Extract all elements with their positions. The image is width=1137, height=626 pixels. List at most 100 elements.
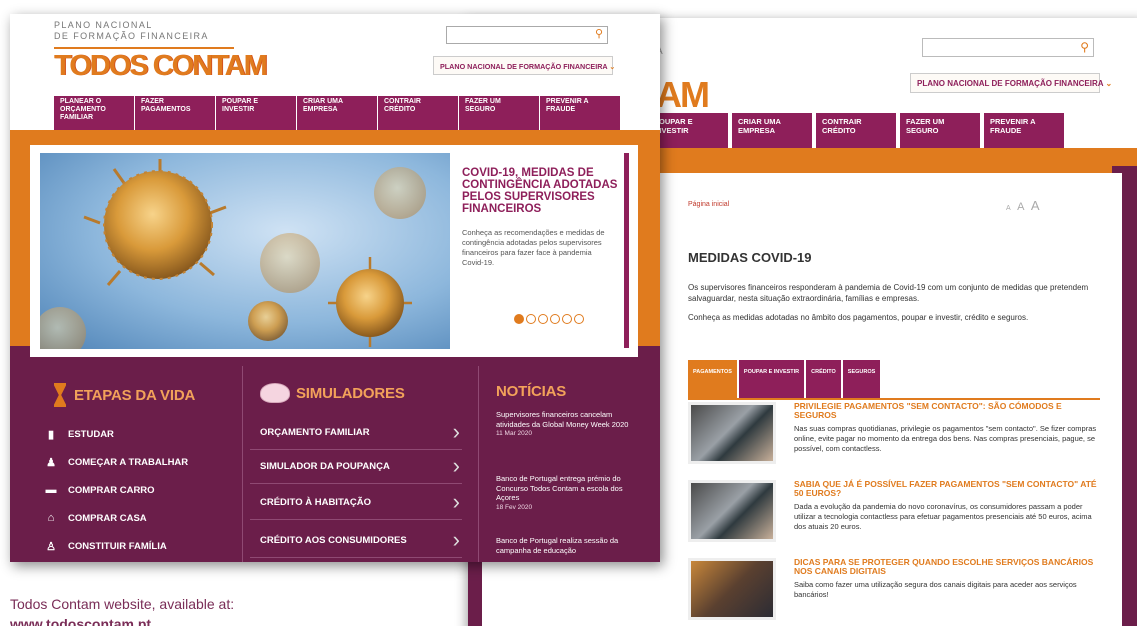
logo-wordmark-fragment: AM — [656, 74, 710, 115]
simulator-habitacao[interactable]: CRÉDITO À HABITAÇÃO › — [250, 486, 462, 520]
homepage-screenshot: PLANO NACIONAL DE FORMAÇÃO FINANCEIRA TO… — [10, 14, 660, 562]
article-title[interactable]: PRIVILEGIE PAGAMENTOS "SEM CONTACTO": SÃ… — [794, 402, 1104, 420]
nav-item-credito[interactable]: CONTRAIR CRÉDITO — [816, 113, 896, 149]
news-item[interactable]: Banco de Portugal entrega prémio do Conc… — [496, 474, 642, 512]
simuladores-heading: SIMULADORES — [260, 383, 405, 403]
nav-item-poupar[interactable]: POUPAR E INVESTIR — [216, 96, 296, 130]
page-intro: Os supervisores financeiros responderam … — [688, 282, 1108, 331]
font-size-controls: A A A — [1006, 198, 1042, 213]
article-summary: Dada a evolução da pandemia do novo coro… — [794, 502, 1092, 531]
logo-divider — [54, 47, 234, 49]
article-thumbnail[interactable] — [688, 480, 776, 542]
piggy-bank-icon — [260, 383, 290, 403]
article-summary: Saiba como fazer uma utilização segura d… — [794, 580, 1077, 599]
life-item-estudar[interactable]: ▮ ESTUDAR — [44, 427, 114, 441]
news-title[interactable]: Supervisores financeiros cancelam ativid… — [496, 410, 642, 429]
nav-item-orcamento[interactable]: PLANEAR O ORÇAMENTO FAMILIAR — [54, 96, 134, 130]
font-large-button[interactable]: A — [1031, 198, 1042, 213]
plano-nacional-dropdown[interactable]: PLANO NACIONAL DE FORMAÇÃO FINANCEIRA ⌄ — [433, 56, 616, 75]
carousel-indicators — [514, 314, 584, 324]
search-input[interactable]: ⚲ — [922, 38, 1094, 57]
news-date: 11 Mar 2020 — [496, 430, 533, 437]
breadcrumb[interactable]: Página inicial — [688, 201, 729, 208]
nav-item-fraude[interactable]: PREVENIR A FRAUDE — [984, 113, 1064, 149]
main-nav: PLANEAR O ORÇAMENTO FAMILIAR FAZER PAGAM… — [54, 96, 620, 130]
plano-nacional-dropdown[interactable]: PLANO NACIONAL DE FORMAÇÃO FINANCEIRA ⌄ — [910, 73, 1112, 93]
nav-item-seguro[interactable]: FAZER UM SEGURO — [900, 113, 980, 149]
news-date: 18 Fev 2020 — [496, 503, 533, 511]
figure-caption: Todos Contam website, available at: www.… — [10, 594, 234, 626]
tab-pagamentos[interactable]: PAGAMENTOS — [688, 360, 737, 398]
carousel-dot[interactable] — [574, 314, 584, 324]
nav-item-pagamentos[interactable]: FAZER PAGAMENTOS — [135, 96, 215, 130]
news-title[interactable]: Banco de Portugal realiza sessão da camp… — [496, 536, 642, 555]
hero-carousel: COVID-19, MEDIDAS DE CONTINGÊNCIA ADOTAD… — [30, 145, 638, 357]
hero-description: Conheça as recomendações e medidas de co… — [462, 228, 605, 267]
nav-item-seguro[interactable]: FAZER UM SEGURO — [459, 96, 539, 130]
search-input[interactable]: ⚲ — [446, 26, 608, 44]
coronavirus-image[interactable] — [40, 153, 450, 349]
carousel-dot[interactable] — [514, 314, 524, 324]
book-icon: ▮ — [47, 428, 55, 441]
article-item[interactable]: DICAS PARA SE PROTEGER QUANDO ESCOLHE SE… — [688, 558, 1108, 622]
search-icon[interactable]: ⚲ — [595, 27, 603, 40]
tab-seguros[interactable]: SEGUROS — [842, 360, 881, 398]
life-item-casa[interactable]: ⌂ COMPRAR CASA — [44, 511, 147, 525]
column-divider — [478, 366, 479, 562]
nav-item-criar-empresa[interactable]: CRIAR UMA EMPRESA — [732, 113, 812, 149]
car-icon: ▬ — [45, 484, 57, 496]
life-item-trabalhar[interactable]: ♟ COMEÇAR A TRABALHAR — [44, 455, 188, 469]
caption-url[interactable]: www.todoscontam.pt — [10, 614, 234, 626]
chevron-right-icon: › — [452, 489, 460, 514]
intro-paragraph: Os supervisores financeiros responderam … — [688, 283, 1089, 303]
carousel-dot[interactable] — [562, 314, 572, 324]
chevron-right-icon: › — [452, 419, 460, 444]
nav-item-credito[interactable]: CONTRAIR CRÉDITO — [378, 96, 458, 130]
tab-poupar-investir[interactable]: POUPAR E INVESTIR — [738, 360, 805, 398]
article-item[interactable]: SABIA QUE JÁ É POSSÍVEL FAZER PAGAMENTOS… — [688, 480, 1108, 544]
life-item-familia[interactable]: ♙ CONSTITUIR FAMÍLIA — [44, 539, 167, 553]
font-small-button[interactable]: A — [1006, 205, 1013, 212]
house-icon: ⌂ — [47, 512, 55, 524]
caption-text: Todos Contam website, available at: — [10, 596, 235, 612]
main-nav: POUPAR E INVESTIR CRIAR UMA EMPRESA CONT… — [648, 113, 1064, 149]
logo-tagline: PLANO NACIONAL DE FORMAÇÃO FINANCEIRA — [54, 20, 209, 41]
tab-credito[interactable]: CRÉDITO — [806, 360, 841, 398]
carousel-dot[interactable] — [526, 314, 536, 324]
hero-title[interactable]: COVID-19, MEDIDAS DE CONTINGÊNCIA ADOTAD… — [462, 167, 622, 215]
chevron-down-icon: ⌄ — [609, 62, 616, 71]
family-icon: ♙ — [46, 540, 56, 553]
simulator-poupanca[interactable]: SIMULADOR DA POUPANÇA › — [250, 450, 462, 484]
article-thumbnail[interactable] — [688, 402, 776, 464]
chevron-right-icon: › — [452, 453, 460, 478]
people-icon: ♟ — [46, 456, 56, 469]
nav-item-poupar[interactable]: POUPAR E INVESTIR — [648, 113, 728, 149]
news-item[interactable]: Supervisores financeiros cancelam ativid… — [496, 410, 642, 439]
carousel-dot[interactable] — [550, 314, 560, 324]
article-item[interactable]: PRIVILEGIE PAGAMENTOS "SEM CONTACTO": SÃ… — [688, 402, 1108, 466]
page-title: MEDIDAS COVID-19 — [688, 250, 812, 265]
measures-tabs: PAGAMENTOS POUPAR E INVESTIR CRÉDITO SEG… — [688, 360, 881, 398]
carousel-dot[interactable] — [538, 314, 548, 324]
article-title[interactable]: SABIA QUE JÁ É POSSÍVEL FAZER PAGAMENTOS… — [794, 480, 1104, 498]
etapas-heading: ETAPAS DA VIDA — [54, 383, 195, 407]
article-thumbnail[interactable] — [688, 558, 776, 620]
news-item[interactable]: Banco de Portugal realiza sessão da camp… — [496, 536, 642, 555]
nav-item-criar-empresa[interactable]: CRIAR UMA EMPRESA — [297, 96, 377, 130]
hourglass-icon — [54, 383, 66, 407]
nav-item-fraude[interactable]: PREVENIR A FRAUDE — [540, 96, 620, 130]
search-icon[interactable]: ⚲ — [1080, 40, 1089, 54]
news-title[interactable]: Banco de Portugal entrega prémio do Conc… — [496, 474, 642, 503]
chevron-down-icon: ⌄ — [1105, 79, 1113, 88]
intro-paragraph: Conheça as medidas adotadas no âmbito do… — [688, 313, 1029, 322]
simulator-orcamento[interactable]: ORÇAMENTO FAMILIAR › — [250, 416, 462, 450]
article-summary: Nas suas compras quotidianas, privilegie… — [794, 424, 1097, 453]
composite-image: { "logo": { "top_line_1": "PLANO NACIONA… — [0, 0, 1137, 626]
life-item-carro[interactable]: ▬ COMPRAR CARRO — [44, 483, 155, 497]
todos-contam-logo[interactable]: TODOS CONTAM — [54, 50, 268, 83]
simulator-consumidores[interactable]: CRÉDITO AOS CONSUMIDORES › — [250, 524, 462, 558]
font-medium-button[interactable]: A — [1017, 201, 1026, 213]
article-title[interactable]: DICAS PARA SE PROTEGER QUANDO ESCOLHE SE… — [794, 558, 1104, 576]
coronavirus-illustration — [40, 159, 426, 349]
column-divider — [242, 366, 243, 562]
